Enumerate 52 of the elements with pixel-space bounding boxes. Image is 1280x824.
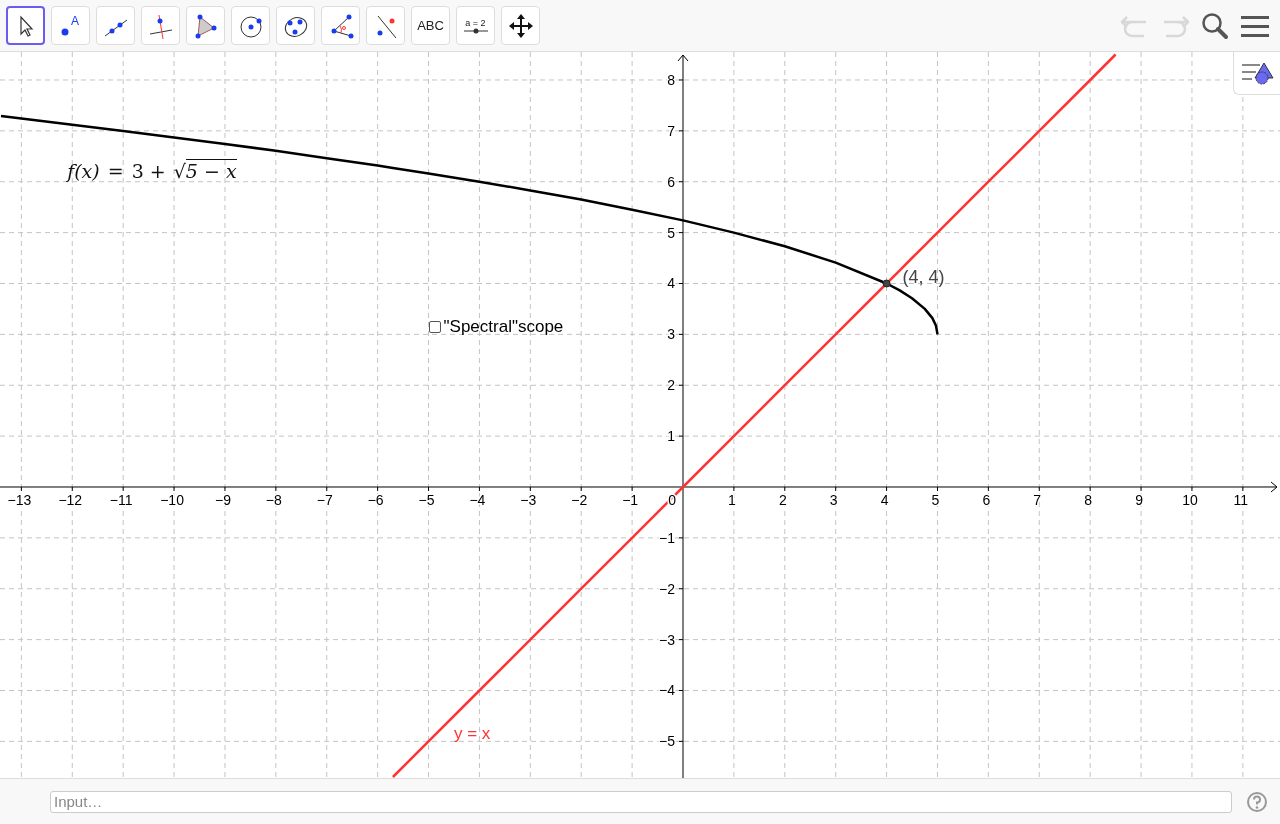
x-tick-label: −4: [469, 492, 486, 508]
lines-and-shapes-icon: [1240, 60, 1274, 86]
x-tick-label: −13: [7, 492, 32, 508]
checkbox[interactable]: [428, 320, 441, 333]
x-tick-label: 1: [728, 492, 736, 508]
x-tick-label: 8: [1084, 492, 1093, 508]
input-field[interactable]: Input…: [50, 790, 1232, 813]
x-tick-label: −12: [58, 492, 83, 508]
style-bar-toggle-button[interactable]: [1233, 52, 1280, 95]
x-tick-label: 10: [1182, 492, 1198, 508]
x-tick-label: −7: [316, 492, 333, 508]
help-button[interactable]: [1246, 790, 1268, 813]
x-tick-label: 4: [880, 492, 889, 508]
y-tick-label: −3: [659, 631, 675, 648]
x-tick-label: 11: [1233, 492, 1249, 508]
y-tick-label: 2: [667, 377, 675, 394]
y-tick-label: 4: [667, 275, 675, 292]
x-tick-label: 9: [1135, 492, 1143, 508]
x-tick-label: 7: [1033, 492, 1042, 508]
tool-button[interactable]: ABC: [411, 6, 450, 45]
line-label: y = x: [453, 723, 491, 744]
x-tick-label: 2: [778, 492, 787, 508]
x-tick-label: −1: [622, 492, 639, 508]
slider-icon: [462, 27, 489, 34]
point-label: (4, 4): [902, 267, 945, 289]
y-tick-label: −4: [659, 682, 675, 699]
x-tick-label: −5: [418, 492, 435, 508]
y-tick-label: 6: [667, 173, 675, 190]
x-tick-label: −11: [109, 492, 133, 508]
x-tick-label: 5: [931, 492, 940, 508]
y-tick-label: 1: [667, 428, 675, 445]
x-tick-label: −10: [160, 492, 184, 508]
x-tick-label: −6: [367, 492, 384, 508]
tool-button[interactable]: [6, 6, 45, 45]
x-tick-label: −2: [571, 492, 588, 508]
y-tick-label: −2: [659, 580, 675, 597]
intersection-point[interactable]: [882, 279, 891, 288]
x-tick-label: 6: [982, 492, 991, 508]
tool-button[interactable]: a = 2: [456, 6, 495, 45]
checkbox-label: "Spectral"scope: [443, 316, 564, 337]
y-tick-label: 8: [667, 72, 675, 88]
x-tick-label: −9: [214, 492, 231, 508]
x-tick-label: −3: [520, 492, 537, 508]
x-tick-label: 3: [829, 492, 838, 508]
function-formula: f(x) = 3 + √5 − x: [67, 158, 237, 182]
y-tick-label: 5: [667, 224, 675, 241]
y-tick-label: 7: [667, 122, 675, 139]
search-button[interactable]: [1200, 10, 1230, 41]
y-tick-label: −5: [659, 733, 675, 750]
y-tick-label: −1: [659, 529, 675, 546]
x-tick-label: −8: [265, 492, 282, 508]
y-tick-label: 3: [667, 326, 675, 343]
